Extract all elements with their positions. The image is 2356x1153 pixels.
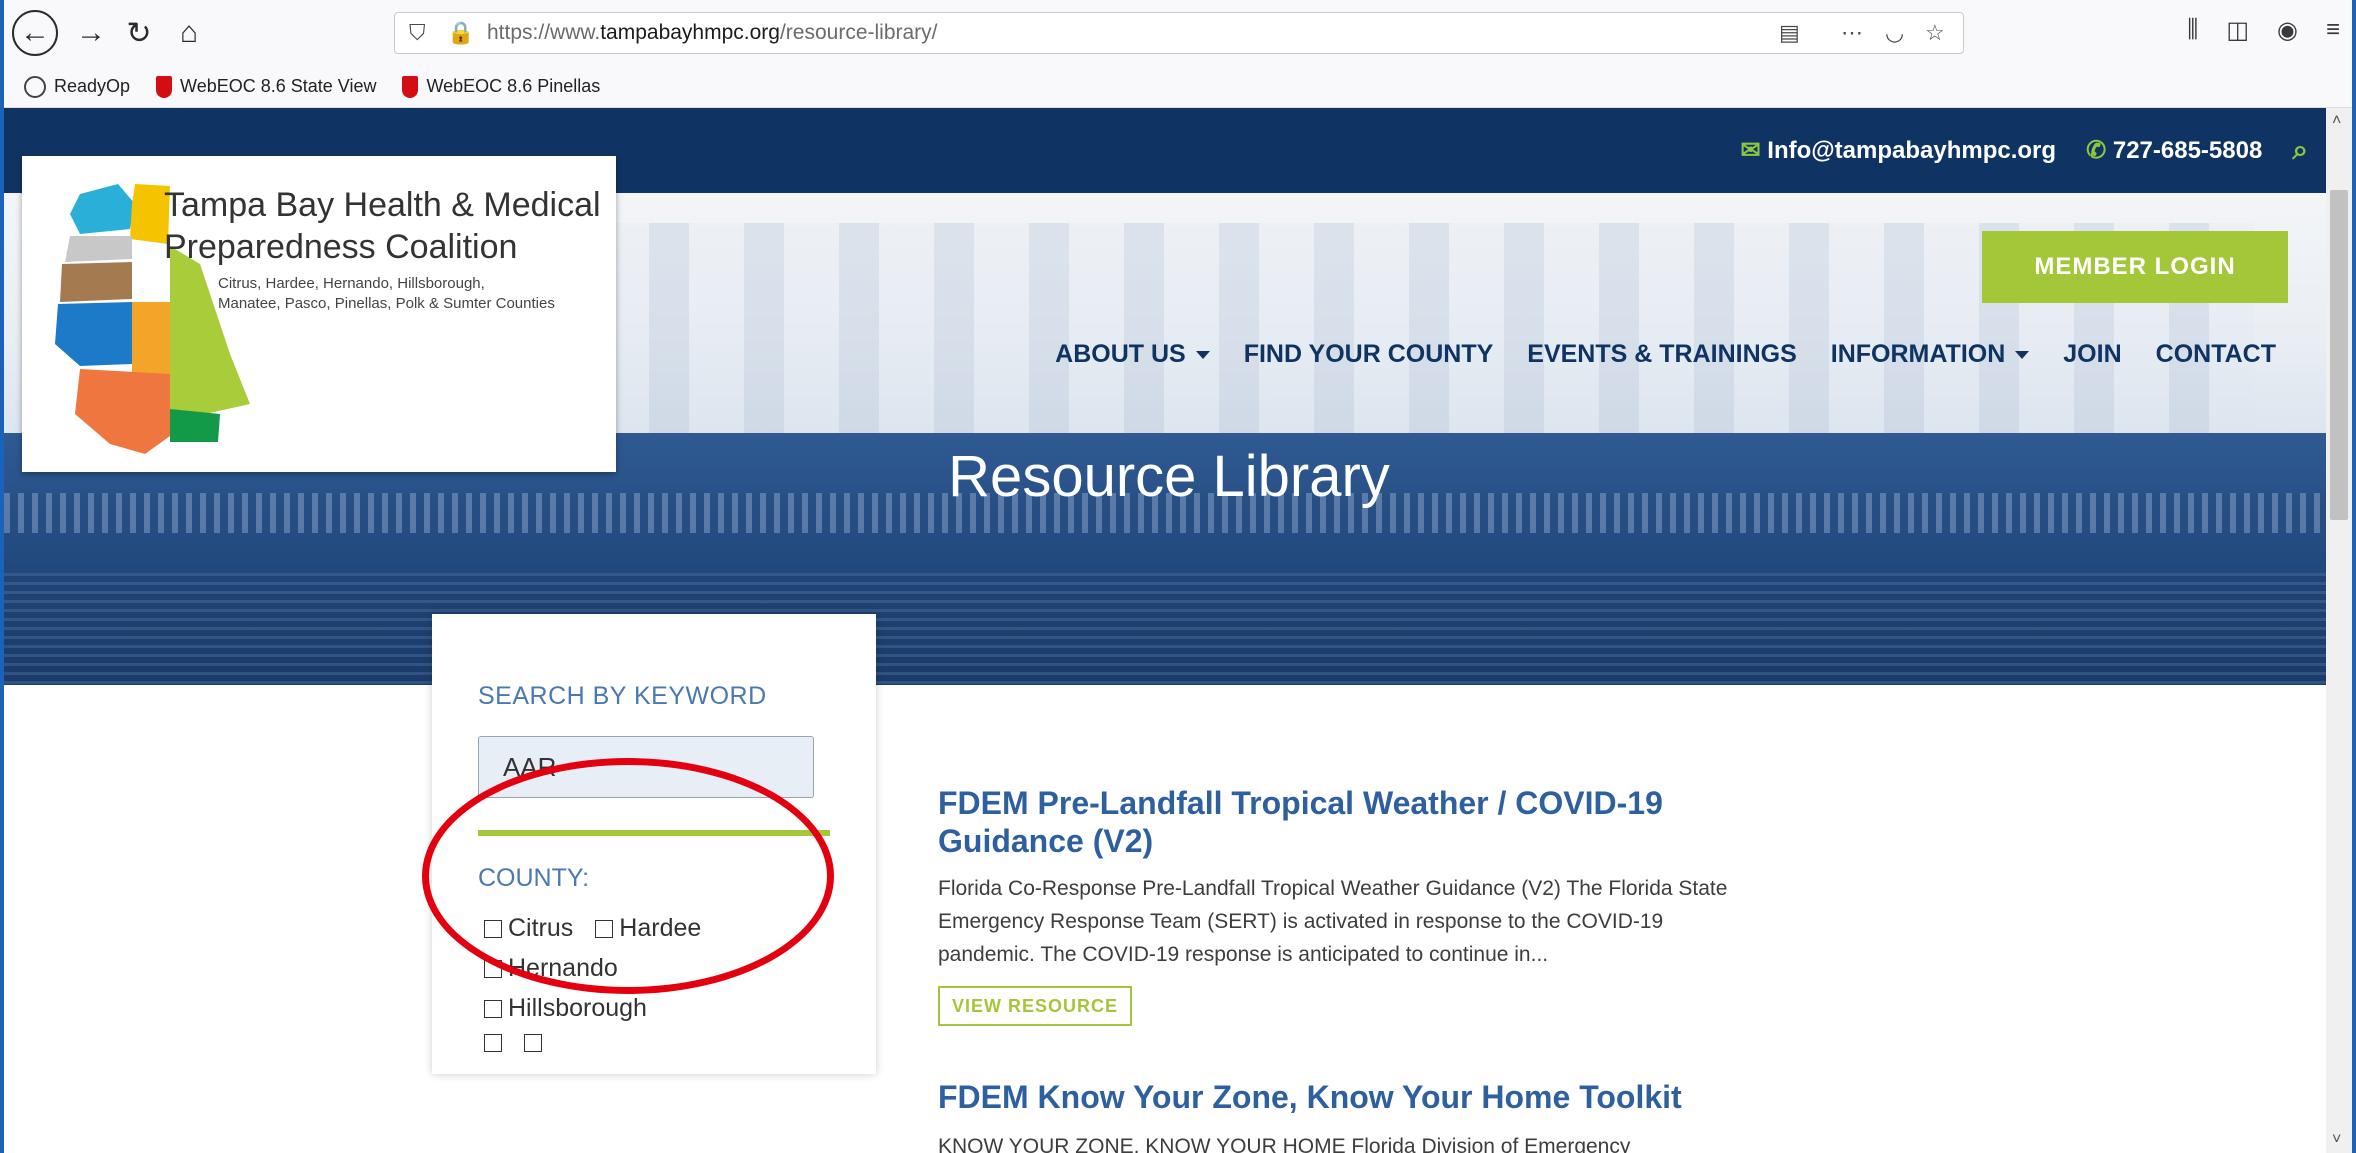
phone-link[interactable]: ✆ 727-685-5808 (2086, 136, 2262, 165)
resource-description: KNOW YOUR ZONE, KNOW YOUR HOME Florida D… (938, 1135, 1631, 1153)
envelope-icon: ✉ (1740, 137, 1761, 164)
pocket-icon[interactable]: ◡ (1885, 20, 1904, 46)
forward-button[interactable]: → (68, 10, 114, 56)
caret-down-icon (1195, 350, 1210, 359)
website: ✉ Info@tampabayhmpc.org ✆ 727-685-5808 ⌕… (4, 108, 2334, 1153)
logo-title: Tampa Bay Health & Medical Preparedness C… (164, 186, 601, 266)
nav-events-trainings[interactable]: EVENTS & TRAININGS (1527, 340, 1796, 369)
shield-icon: ⛉ (409, 20, 426, 45)
globe-icon (24, 75, 46, 98)
arrow-right-icon: → (76, 16, 106, 49)
lock-icon: 🔒 (447, 20, 475, 45)
bookmark-readyop[interactable]: ReadyOp (24, 75, 130, 98)
nav-contact[interactable]: CONTACT (2156, 340, 2276, 369)
scroll-down-icon[interactable]: ˅ (2332, 1131, 2341, 1149)
resource-title-link[interactable]: FDEM Know Your Zone, Know Your Home Tool… (938, 1078, 1682, 1116)
nav-about-us[interactable]: ABOUT US (1055, 340, 1210, 369)
view-resource-button[interactable]: VIEW RESOURCE (938, 986, 1132, 1026)
email-link[interactable]: ✉ Info@tampabayhmpc.org (1741, 136, 2057, 165)
resource-title-link[interactable]: FDEM Pre-Landfall Tropical Weather / COV… (938, 784, 1663, 860)
reload-button[interactable]: ↻ (116, 10, 162, 56)
site-logo[interactable]: Tampa Bay Health & Medical Preparedness C… (22, 156, 616, 472)
keyword-label: SEARCH BY KEYWORD (478, 682, 767, 710)
bookmark-webeoc-pinellas[interactable]: WebEOC 8.6 Pinellas (402, 75, 600, 98)
bookmark-star-icon[interactable]: ☆ (1925, 20, 1945, 46)
url-text: https://www.tampabayhmpc.org/resource-li… (487, 21, 938, 44)
library-icon[interactable]: ⫼ (2187, 16, 2198, 45)
more-actions-icon[interactable]: ⋯ (1841, 20, 1863, 46)
checkbox-icon (484, 1034, 502, 1052)
browser-toolbar: ← → ↻ ⌂ ⛉ 🔒 https://www.tampabayhmpc.org… (4, 0, 2352, 66)
url-bar[interactable]: ⛉ 🔒 https://www.tampabayhmpc.org/resourc… (394, 12, 1964, 54)
county-checkbox-partial[interactable] (484, 1034, 502, 1052)
county-checkbox-partial[interactable] (524, 1034, 542, 1052)
home-icon: ⌂ (179, 16, 199, 49)
annotation-ellipse (422, 758, 834, 994)
menu-icon[interactable]: ≡ (2326, 16, 2340, 45)
logo-subtitle: Citrus, Hardee, Hernando, Hillsborough, M… (218, 275, 555, 312)
bookmark-webeoc-state[interactable]: WebEOC 8.6 State View (156, 75, 376, 98)
screen: ← → ↻ ⌂ ⛉ 🔒 https://www.tampabayhmpc.org… (0, 0, 2356, 1153)
arrow-left-icon: ← (20, 16, 50, 49)
page-scrollbar[interactable]: ˄ ˅ (2326, 108, 2352, 1153)
checkbox-icon (524, 1034, 542, 1052)
home-button[interactable]: ⌂ (166, 10, 212, 56)
reader-view-icon[interactable]: ▤ (1779, 20, 1800, 46)
toolbar-right-icons: ⫼ ◫ ◉ ≡ (2187, 16, 2340, 45)
resource-description: Florida Co-Response Pre-Landfall Tropica… (938, 877, 1728, 966)
webeoc-icon (402, 75, 419, 98)
phone-icon: ✆ (2086, 137, 2107, 164)
scroll-up-icon[interactable]: ˄ (2332, 112, 2341, 130)
nav-join[interactable]: JOIN (2063, 340, 2121, 369)
county-checkbox-hillsborough[interactable]: Hillsborough (484, 994, 647, 1023)
webeoc-icon (156, 75, 173, 98)
checkbox-icon (484, 999, 502, 1018)
nav-find-your-county[interactable]: FIND YOUR COUNTY (1244, 340, 1494, 369)
main-nav: ABOUT US FIND YOUR COUNTY EVENTS & TRAIN… (1055, 340, 2276, 369)
member-login-button[interactable]: MEMBER LOGIN (1982, 231, 2288, 303)
search-icon[interactable]: ⌕ (2292, 134, 2308, 167)
back-button[interactable]: ← (12, 10, 58, 56)
caret-down-icon (2015, 350, 2030, 359)
reload-icon: ↻ (126, 16, 152, 50)
account-icon[interactable]: ◉ (2277, 16, 2298, 45)
county-row: Hillsborough (484, 994, 647, 1023)
sidebar-icon[interactable]: ◫ (2226, 16, 2249, 45)
county-row (484, 1034, 542, 1052)
nav-information[interactable]: INFORMATION (1831, 340, 2030, 369)
bookmarks-bar: ReadyOp WebEOC 8.6 State View WebEOC 8.6… (4, 66, 2352, 108)
